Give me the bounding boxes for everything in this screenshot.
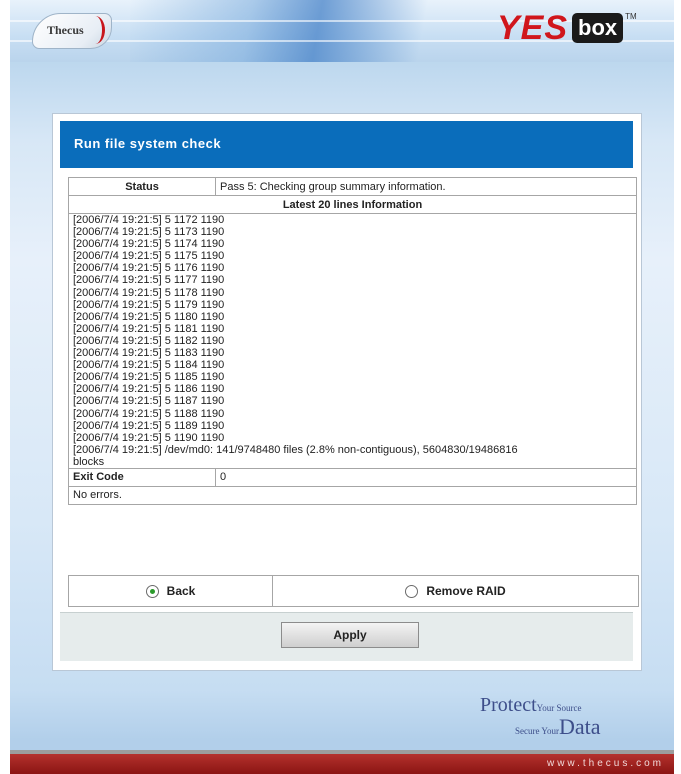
remove-raid-option[interactable]: Remove RAID [273, 576, 638, 606]
thecus-logo-swirl-icon [86, 16, 105, 44]
log-line: [2006/7/4 19:21:5] 5 1176 1190 [73, 262, 225, 275]
exit-code-label: Exit Code [68, 467, 216, 487]
tagline-line-2: Secure YourData [515, 714, 601, 740]
tagline-protect: Protect [480, 694, 537, 716]
yes-box-logo: YES box TM [497, 10, 637, 46]
log-line: [2006/7/4 19:21:5] 5 1175 1190 [73, 250, 225, 263]
log-line: [2006/7/4 19:21:5] 5 1179 1190 [73, 298, 225, 311]
app-frame: Thecus YES box TM Run file system check … [10, 0, 674, 774]
log-line: [2006/7/4 19:21:5] 5 1185 1190 [73, 371, 225, 384]
trademark-text: TM [625, 12, 637, 21]
log-header: Latest 20 lines Information [68, 195, 637, 214]
header-swoosh [130, 0, 470, 62]
fs-check-table: Status Pass 5: Checking group summary in… [68, 177, 637, 505]
log-line: [2006/7/4 19:21:5] /dev/md0: 141/9748480… [73, 443, 518, 456]
tagline-secure-your: Secure Your [515, 726, 559, 736]
fs-check-panel: Run file system check Status Pass 5: Che… [52, 113, 642, 671]
thecus-logo: Thecus [32, 13, 112, 49]
back-option[interactable]: Back [69, 576, 273, 606]
exit-code-value: 0 [215, 467, 637, 487]
footer-separator [10, 750, 674, 754]
log-line: [2006/7/4 19:21:5] 5 1172 1190 [73, 214, 225, 226]
footer-bar: www.thecus.com [10, 750, 674, 774]
exit-code-row: Exit Code 0 [68, 467, 637, 487]
panel-title: Run file system check [74, 136, 222, 151]
log-line: [2006/7/4 19:21:5] 5 1174 1190 [73, 238, 225, 251]
status-label: Status [68, 177, 216, 196]
log-row: [2006/7/4 19:21:5] 5 1172 1190 [2006/7/4… [68, 213, 637, 469]
header-banner: Thecus YES box TM [10, 0, 674, 62]
action-options: Back Remove RAID [68, 575, 639, 607]
back-option-label: Back [166, 584, 196, 598]
log-line: [2006/7/4 19:21:5] 5 1180 1190 [73, 310, 225, 323]
panel-title-bar: Run file system check [60, 121, 633, 168]
yes-logo-text: YES [497, 9, 569, 47]
tagline-your-source: Your Source [536, 703, 582, 713]
box-logo-text: box [572, 13, 624, 43]
log-line: [2006/7/4 19:21:5] 5 1184 1190 [73, 359, 225, 372]
apply-area: Apply [60, 612, 633, 661]
result-row: No errors. [68, 485, 637, 505]
back-radio[interactable] [145, 584, 159, 598]
tagline-logo: ProtectYour Source Secure YourData [470, 694, 660, 744]
footer-url[interactable]: www.thecus.com [547, 758, 664, 769]
tagline-data: Data [559, 714, 601, 739]
log-line: [2006/7/4 19:21:5] 5 1177 1190 [73, 274, 225, 287]
log-line: blocks [73, 455, 105, 468]
status-value: Pass 5: Checking group summary informati… [215, 177, 637, 196]
log-output: [2006/7/4 19:21:5] 5 1172 1190 [2006/7/4… [68, 213, 637, 469]
remove-raid-option-label: Remove RAID [426, 584, 506, 598]
log-line: [2006/7/4 19:21:5] 5 1182 1190 [73, 334, 225, 347]
log-line: [2006/7/4 19:21:5] 5 1173 1190 [73, 226, 225, 239]
remove-raid-radio[interactable] [405, 584, 419, 598]
result-text: No errors. [68, 485, 637, 505]
log-line: [2006/7/4 19:21:5] 5 1186 1190 [73, 383, 225, 396]
log-line: [2006/7/4 19:21:5] 5 1178 1190 [73, 286, 225, 299]
log-line: [2006/7/4 19:21:5] 5 1187 1190 [73, 395, 225, 408]
status-row: Status Pass 5: Checking group summary in… [68, 177, 637, 196]
log-line: [2006/7/4 19:21:5] 5 1189 1190 [73, 419, 225, 432]
apply-button[interactable]: Apply [281, 622, 419, 648]
thecus-logo-text: Thecus [47, 23, 84, 37]
log-line: [2006/7/4 19:21:5] 5 1183 1190 [73, 347, 225, 360]
log-header-row: Latest 20 lines Information [68, 195, 637, 214]
log-line: [2006/7/4 19:21:5] 5 1181 1190 [73, 322, 225, 335]
log-line: [2006/7/4 19:21:5] 5 1190 1190 [73, 431, 225, 444]
log-line: [2006/7/4 19:21:5] 5 1188 1190 [73, 407, 225, 420]
